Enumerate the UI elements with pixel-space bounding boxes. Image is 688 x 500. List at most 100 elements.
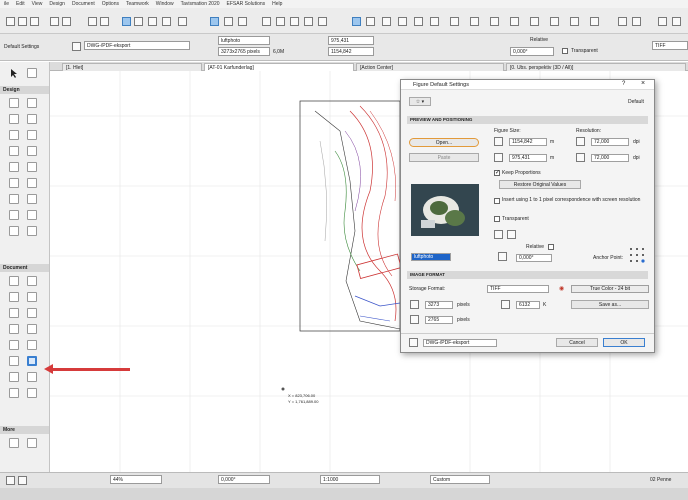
undo-icon[interactable] [88,17,97,26]
coord-b-field[interactable]: 1154,842 [328,47,374,56]
angle-input[interactable]: 0,000° [516,254,552,262]
scale-field[interactable]: 1:1000 [320,475,380,484]
insert-1to1-checkbox[interactable] [494,198,500,204]
lock-icon[interactable] [510,17,519,26]
more-tool-2-icon[interactable] [27,438,37,448]
3d-icon[interactable] [304,17,313,26]
unlock-icon[interactable] [530,17,539,26]
eyedropper-icon[interactable] [618,17,627,26]
opening-icon[interactable] [9,226,19,236]
storage-format-select[interactable]: TIFF [487,285,549,293]
menu-item-window[interactable]: Window [156,1,174,7]
angle-status-field[interactable]: 0,000° [218,475,270,484]
guide-icon[interactable] [238,17,247,26]
section-tool-icon[interactable] [27,372,37,382]
undo-status-icon[interactable] [6,476,15,485]
line-icon[interactable] [27,324,37,334]
anchor-point-grid[interactable] [629,247,645,263]
help-button[interactable]: ? [622,81,625,87]
angle-dimension-icon[interactable] [27,292,37,302]
mirror-toggle-icon[interactable] [494,230,503,239]
find-icon[interactable] [162,17,171,26]
more-tool-icon[interactable] [9,438,19,448]
rotate-icon[interactable] [398,17,407,26]
custom-field[interactable]: Custom [430,475,490,484]
document-section[interactable]: Document [0,264,49,272]
tab-floor-plan[interactable]: [1. Hlet] [62,63,202,71]
width-input[interactable]: 1154,842 [509,138,547,146]
zoom-field[interactable]: 44% [110,475,162,484]
menu-item-document[interactable]: Document [72,1,95,7]
arrow-tool-icon[interactable] [122,17,131,26]
more-section[interactable]: More [0,426,49,434]
menu-item-tavismation-2020[interactable]: Tavismation 2020 [181,1,220,7]
snap-icon[interactable] [210,17,219,26]
pick-icon[interactable] [178,17,187,26]
arc-icon[interactable] [27,340,37,350]
cancel-button[interactable]: Cancel [556,338,598,347]
slab-icon[interactable] [27,114,37,124]
menu-item-help[interactable]: Help [272,1,282,7]
menu-item-efsar-solutions[interactable]: EFSAR Solutions [227,1,266,7]
coord-a-field[interactable]: 975,431 [328,36,374,45]
radial-dimension-icon[interactable] [9,292,19,302]
transparent-checkbox-dialog[interactable] [494,216,500,222]
open-icon[interactable] [18,17,27,26]
door-icon[interactable] [9,130,19,140]
open-button[interactable]: Open... [409,138,479,147]
lamp-icon[interactable] [27,194,37,204]
tab-action-center[interactable]: [Action Center] [356,63,504,71]
tab-3d-perspective[interactable]: [0. Ubs. perspektiv (3D / All)] [506,63,686,71]
send-back-icon[interactable] [570,17,579,26]
layout-icon[interactable] [318,17,327,26]
save-icon[interactable] [30,17,39,26]
beam-icon[interactable] [9,114,19,124]
resolution-height-input[interactable]: 72,000 [591,154,629,162]
menu-item-view[interactable]: View [32,1,43,7]
pen-icon[interactable] [148,17,157,26]
drawing-icon[interactable] [9,372,19,382]
ungroup-icon[interactable] [490,17,499,26]
relative-checkbox[interactable] [548,244,554,250]
design-section[interactable]: Design [0,86,49,94]
ok-button[interactable]: OK [603,338,645,347]
format-select[interactable]: TIFF [652,41,688,50]
image-format-header[interactable]: IMAGE FORMAT [407,271,648,279]
circle-icon[interactable] [9,340,19,350]
shell-icon[interactable] [27,146,37,156]
bring-front-icon[interactable] [550,17,559,26]
text-icon[interactable] [9,308,19,318]
figure-name-field[interactable]: luftphoto [218,36,270,45]
paste-button[interactable]: Paste [409,153,479,162]
split-icon[interactable] [450,17,459,26]
grid-icon[interactable] [224,17,233,26]
save-as-button[interactable]: Save as... [571,300,649,309]
level-dimension-icon[interactable] [27,276,37,286]
translator-select[interactable]: DWG-/PDF-eksport [84,41,190,50]
redo-status-icon[interactable] [18,476,27,485]
curtain-wall-icon[interactable] [9,178,19,188]
restore-original-values-button[interactable]: Restore Original Values [499,180,581,189]
keep-proportions-checkbox[interactable] [494,169,500,176]
dimension-icon[interactable] [9,276,19,286]
syringe-icon[interactable] [632,17,641,26]
help-icon[interactable] [672,17,681,26]
section-icon[interactable] [276,17,285,26]
marquee-tool-icon[interactable] [27,68,37,78]
hotspot-icon[interactable] [9,388,19,398]
figure-name-input[interactable]: luftphoto [411,253,451,261]
angle-field[interactable]: 0,000° [510,47,554,56]
skylight-icon[interactable] [27,226,37,236]
morph-icon[interactable] [27,178,37,188]
layers-icon[interactable] [62,17,71,26]
figure-tool-icon[interactable] [27,356,37,366]
transparent-checkbox[interactable] [562,48,568,54]
height-input[interactable]: 975,431 [509,154,547,162]
preview-positioning-header[interactable]: PREVIEW AND POSITIONING [407,116,648,124]
favorites-button[interactable]: ☆ ▾ [409,97,431,106]
spline-icon[interactable] [9,356,19,366]
elevation-icon[interactable] [290,17,299,26]
menu-item-teamwork[interactable]: Teamwork [126,1,149,7]
view-icon[interactable] [262,17,271,26]
print-icon[interactable] [50,17,59,26]
